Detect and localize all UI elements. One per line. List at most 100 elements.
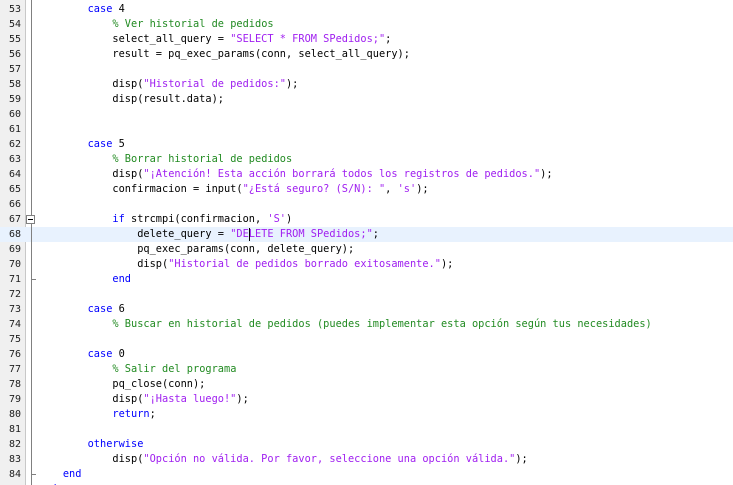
code-token: 's' [397,183,417,195]
code-line[interactable]: 60 [0,107,733,122]
line-number: 62 [8,139,21,150]
code-text[interactable]: pq_exec_params(conn, delete_query); [38,242,354,257]
code-line[interactable]: 59 disp(result.data); [0,92,733,107]
code-token: return [112,408,150,420]
code-line[interactable]: 58 disp("Historial de pedidos:"); [0,77,733,92]
code-text[interactable]: end [38,467,82,482]
code-text[interactable]: end [38,272,131,287]
code-token: case [87,303,113,315]
fold-end-tick [31,474,36,475]
code-token: strcmpi(confirmacion, [124,213,268,225]
code-line[interactable]: 76 case 0 [0,347,733,362]
line-number: 78 [8,379,21,390]
code-text[interactable]: disp("Opción no válida. Por favor, selec… [38,452,527,467]
code-token: ) [286,213,293,225]
text-caret [248,228,250,241]
code-line[interactable]: 65 confirmacion = input("¿Está seguro? (… [0,182,733,197]
code-text[interactable]: case 6 [38,302,125,317]
code-text[interactable]: % Buscar en historial de pedidos (puedes… [38,317,652,332]
code-token: 5 [112,138,125,150]
code-line[interactable]: 80 return; [0,407,733,422]
code-line[interactable]: 56 result = pq_exec_params(conn, select_… [0,47,733,62]
fold-guide [31,0,32,485]
code-line[interactable]: 71 end [0,272,733,287]
code-lines[interactable]: 53 case 4 54 % Ver historial de pedidos 55… [0,2,733,485]
code-line[interactable]: 64 disp("¡Atención! Esta acción borrará … [0,167,733,182]
line-number: 54 [8,19,21,30]
fold-toggle-box[interactable] [26,215,35,224]
code-token: , [385,183,398,195]
code-text[interactable]: confirmacion = input("¿Está seguro? (S/N… [38,182,429,197]
code-token: ); [416,183,429,195]
code-line[interactable]: 83 disp("Opción no válida. Por favor, se… [0,452,733,467]
code-text[interactable]: % Salir del programa [38,362,236,377]
code-token: "¡Hasta luego!" [143,393,237,405]
code-line[interactable]: 55 select_all_query = "SELECT * FROM SPe… [0,32,733,47]
code-line[interactable]: 57 [0,62,733,77]
code-text[interactable]: case 4 [38,2,125,17]
code-token: disp( [38,258,169,270]
code-text[interactable]: % Borrar historial de pedidos [38,152,292,167]
code-token: 'S' [267,213,287,225]
code-line[interactable]: 62 case 5 [0,137,733,152]
code-text[interactable]: return; [38,407,155,422]
code-text[interactable]: case 5 [38,137,125,152]
code-editor[interactable]: 53 case 4 54 % Ver historial de pedidos 55… [0,0,733,485]
code-line[interactable]: 81 [0,422,733,437]
code-line[interactable]: 79 disp("¡Hasta luego!"); [0,392,733,407]
code-line[interactable]: 69 pq_exec_params(conn, delete_query); [0,242,733,257]
code-text[interactable]: case 0 [38,347,125,362]
code-text[interactable]: disp("¡Hasta luego!"); [38,392,249,407]
code-text[interactable]: disp("Historial de pedidos borrado exito… [38,257,453,272]
code-token: % Buscar en historial de pedidos (puedes… [112,318,652,330]
code-line[interactable]: 70 disp("Historial de pedidos borrado ex… [0,257,733,272]
line-number: 67 [8,214,21,225]
code-token: "Historial de pedidos borrado exitosamen… [168,258,441,270]
line-number: 82 [8,439,21,450]
code-line[interactable]: 53 case 4 [0,2,733,17]
code-text[interactable]: delete_query = "DELETE FROM SPedidos;"; [38,227,379,242]
code-token: % Salir del programa [112,363,237,375]
code-text[interactable]: % Ver historial de pedidos [38,17,273,32]
line-number: 64 [8,169,21,180]
code-text[interactable]: disp("¡Atención! Esta acción borrará tod… [38,167,552,182]
code-line[interactable]: 72 [0,287,733,302]
code-token: 4 [112,3,125,15]
code-text[interactable]: disp(result.data); [38,92,224,107]
code-text[interactable]: otherwise [38,437,144,452]
code-text[interactable]: result = pq_exec_params(conn, select_all… [38,47,410,62]
code-line[interactable]: 75 [0,332,733,347]
code-line[interactable]: 73 case 6 [0,302,733,317]
line-number: 80 [8,409,21,420]
code-line[interactable]: 61 [0,122,733,137]
code-line[interactable]: 84 end [0,467,733,482]
code-token: "Historial de pedidos:" [143,78,286,90]
code-token: pq_exec_params(conn, delete_query); [38,243,355,255]
code-token: "Opción no válida. Por favor, seleccione… [143,453,516,465]
line-number: 70 [8,259,21,270]
code-text[interactable]: disp("Historial de pedidos:"); [38,77,298,92]
code-line[interactable]: 63 % Borrar historial de pedidos [0,152,733,167]
code-token: 0 [112,348,125,360]
line-number: 69 [8,244,21,255]
code-line[interactable]: 82 otherwise [0,437,733,452]
code-text[interactable]: pq_close(conn); [38,377,205,392]
code-line[interactable]: 77 % Salir del programa [0,362,733,377]
code-line[interactable]: 54 % Ver historial de pedidos [0,17,733,32]
code-token: ; [385,33,392,45]
code-token: disp( [38,168,144,180]
code-line[interactable]: 68 delete_query = "DELETE FROM SPedidos;… [0,227,733,242]
code-line[interactable]: 66 [0,197,733,212]
code-token: ; [372,228,379,240]
code-text[interactable]: if strcmpi(confirmacion, 'S') [38,212,292,227]
code-line[interactable]: 78 pq_close(conn); [0,377,733,392]
code-line[interactable]: 67 if strcmpi(confirmacion, 'S') [0,212,733,227]
code-text[interactable]: select_all_query = "SELECT * FROM SPedid… [38,32,391,47]
code-line[interactable]: 74 % Buscar en historial de pedidos (pue… [0,317,733,332]
code-token: case [87,138,113,150]
code-token: ); [236,393,249,405]
code-token: confirmacion = input( [38,183,243,195]
